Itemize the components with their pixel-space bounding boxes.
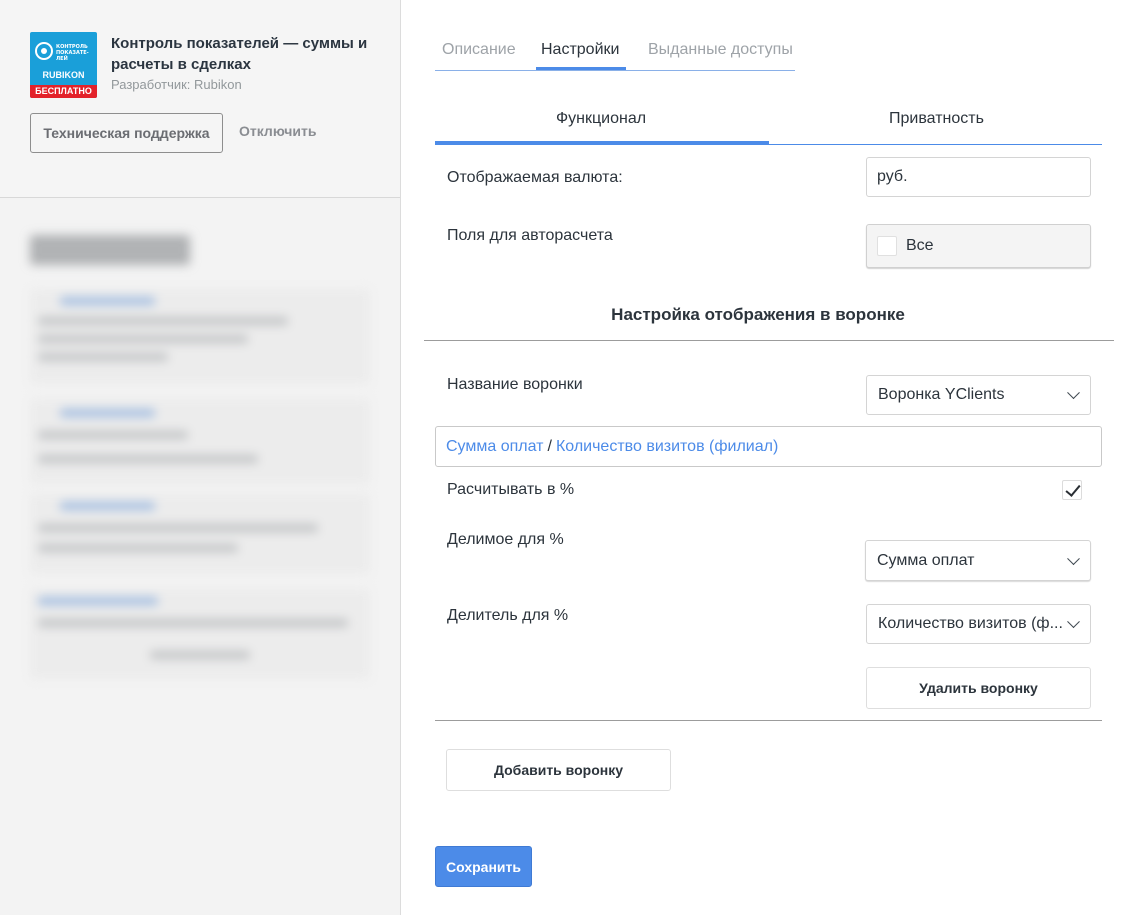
app-developer: Разработчик: Rubikon (111, 77, 242, 92)
divisor-select[interactable]: Количество визитов (ф... (866, 604, 1091, 644)
divisor-label: Делитель для % (447, 607, 569, 624)
app-title: Контроль показателей — суммы и расчеты в… (111, 35, 368, 73)
funnel-section-title: Настройка отображения в воронке (611, 305, 905, 324)
funnel-name-value: Воронка YClients (878, 386, 1005, 403)
dividend-value: Сумма оплат (877, 551, 975, 569)
formula-numerator-link[interactable]: Сумма оплат (446, 438, 544, 456)
tab-access[interactable]: Выданные доступы (648, 41, 793, 59)
support-button[interactable]: Техническая поддержка (30, 113, 223, 153)
funnel-formula: Сумма оплат / Количество визитов (филиал… (435, 426, 1102, 467)
delete-funnel-button[interactable]: Удалить воронку (866, 667, 1091, 709)
active-tab-indicator (536, 67, 626, 70)
funnel-divider (435, 720, 1102, 721)
add-funnel-button[interactable]: Добавить воронку (446, 749, 671, 791)
autocalc-all-checkbox[interactable] (877, 236, 897, 256)
autocalc-all-label: Все (906, 237, 934, 254)
dividend-label: Делимое для % (447, 531, 564, 548)
disable-button[interactable]: Отключить (239, 123, 316, 139)
percent-label: Расчитывать в % (447, 481, 575, 498)
app-header: КОНТРОЛЬ ПОКАЗАТЕ- ЛЕЙ RUBIKON БЕСПЛАТНО… (0, 0, 400, 198)
dividend-select[interactable]: Сумма оплат (865, 540, 1091, 581)
tab-settings[interactable]: Настройки (541, 41, 619, 59)
chevron-down-icon (1067, 551, 1080, 565)
subtab-privacy[interactable]: Приватность (889, 110, 984, 128)
funnel-name-label: Название воронки (447, 376, 583, 393)
section-divider (424, 340, 1114, 341)
autocalc-label: Поля для авторасчета (447, 227, 613, 244)
logo-glyph-icon (35, 42, 53, 60)
autocalc-select[interactable]: Все (866, 224, 1091, 268)
app-logo: КОНТРОЛЬ ПОКАЗАТЕ- ЛЕЙ RUBIKON БЕСПЛАТНО (30, 32, 97, 98)
logo-brand: RUBIKON (42, 70, 85, 80)
divisor-value: Количество визитов (ф... (878, 615, 1063, 632)
settings-subtabs: Функционал Приватность (435, 100, 1102, 145)
app-sidebar: КОНТРОЛЬ ПОКАЗАТЕ- ЛЕЙ RUBIKON БЕСПЛАТНО… (0, 0, 401, 915)
percent-checkbox[interactable] (1062, 480, 1082, 500)
formula-denominator-link[interactable]: Количество визитов (филиал) (556, 438, 778, 456)
logo-free-badge: БЕСПЛАТНО (30, 85, 97, 98)
formula-separator: / (547, 437, 552, 455)
blurred-content (0, 199, 400, 915)
subtab-functional[interactable]: Функционал (556, 110, 646, 128)
logo-small-text: КОНТРОЛЬ ПОКАЗАТЕ- ЛЕЙ (56, 44, 89, 62)
save-button[interactable]: Сохранить (435, 846, 532, 887)
tab-description[interactable]: Описание (442, 41, 516, 59)
currency-label: Отображаемая валюта: (447, 169, 623, 186)
funnel-name-select[interactable]: Воронка YClients (866, 375, 1091, 415)
active-subtab-indicator (435, 141, 769, 144)
chevron-down-icon (1067, 615, 1080, 629)
currency-input[interactable]: руб. (866, 157, 1091, 197)
main-tabs: Описание Настройки Выданные доступы (435, 35, 795, 71)
settings-panel: Описание Настройки Выданные доступы Функ… (401, 0, 1131, 915)
chevron-down-icon (1067, 386, 1080, 400)
